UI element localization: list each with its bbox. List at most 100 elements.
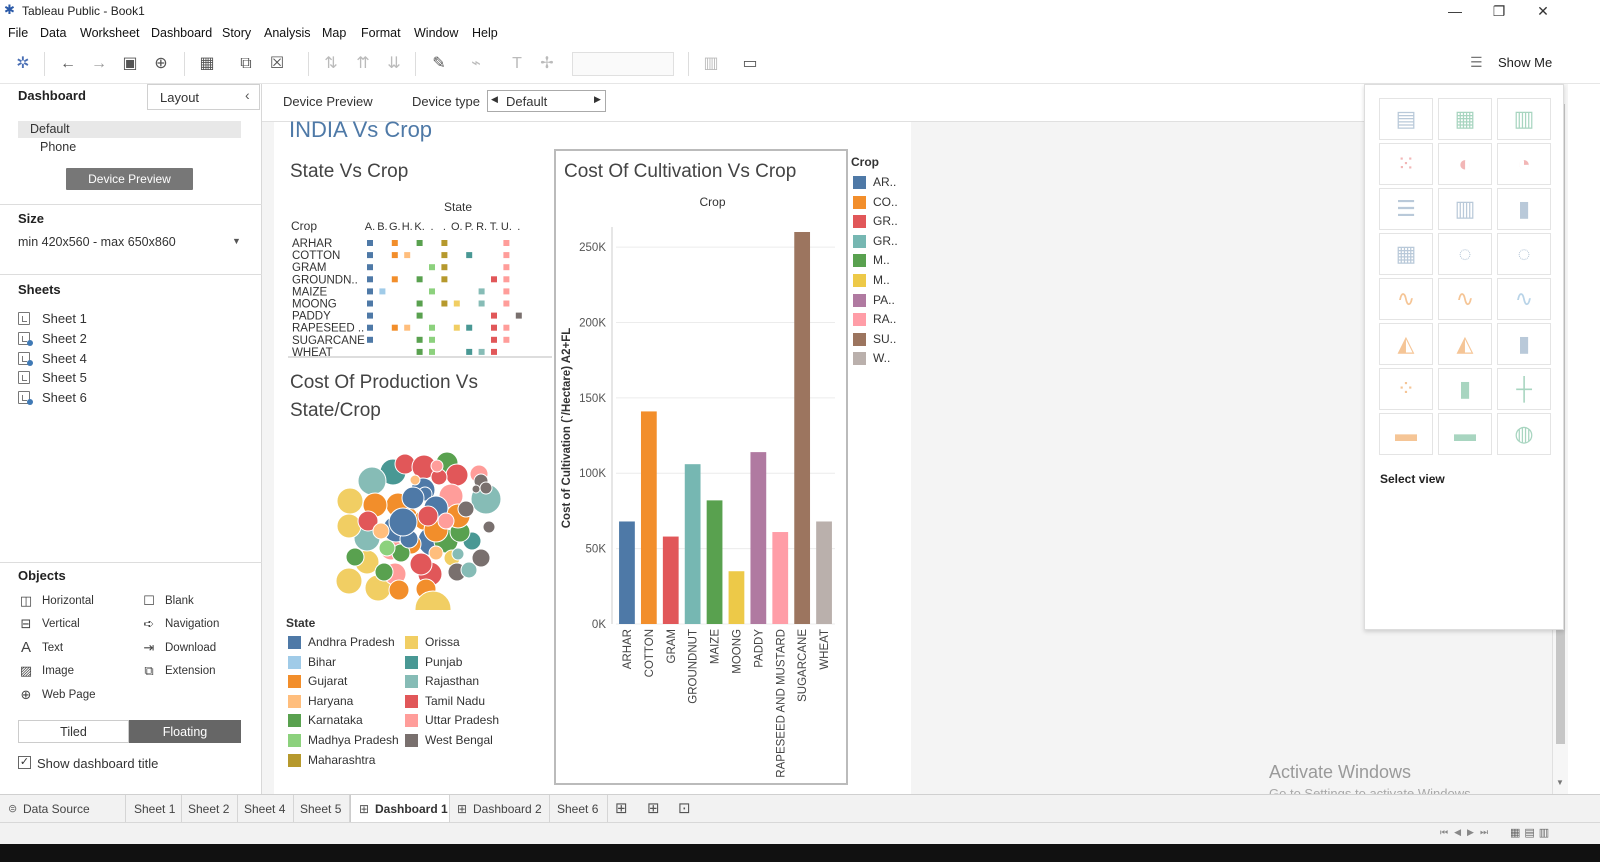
heatmap-cell[interactable] [416, 240, 423, 246]
state-legend-item[interactable]: Rajasthan [405, 673, 520, 689]
gantt-chart-icon[interactable]: ▬ [1379, 413, 1433, 455]
object-text[interactable]: A Text [18, 640, 128, 658]
cost-cultivation-chart[interactable]: Crop Cost of Cultivation (`/Hectare) A2+F… [556, 192, 846, 782]
menu-dashboard[interactable]: Dashboard [151, 26, 212, 40]
heatmap-cell[interactable] [391, 324, 398, 331]
state-legend-item[interactable]: Madhya Pradesh [288, 732, 403, 748]
heatmap-cell[interactable] [441, 264, 448, 271]
fit-dropdown[interactable] [572, 52, 674, 76]
menu-worksheet[interactable]: Worksheet [80, 26, 140, 40]
heatmap-cell[interactable] [466, 348, 473, 355]
bar-mark[interactable] [772, 532, 789, 624]
sheet-item[interactable]: Sheet 2 [18, 330, 218, 348]
bar-mark[interactable] [706, 500, 723, 624]
bubble-mark[interactable] [372, 522, 390, 540]
heatmap-cell[interactable] [441, 276, 448, 283]
symbol-map-icon[interactable]: ⁙ [1379, 143, 1433, 185]
new-dashboard-tab-icon[interactable]: ⊞ [647, 799, 660, 817]
heatmap-cell[interactable] [429, 336, 435, 343]
bar-mark[interactable] [684, 464, 701, 624]
labels-icon[interactable]: T [506, 53, 528, 75]
menu-file[interactable]: File [8, 26, 28, 40]
state-legend-item[interactable]: Gujarat [288, 673, 403, 689]
bubble-mark[interactable] [335, 567, 363, 595]
bubble-mark[interactable] [417, 505, 439, 527]
crop-legend-item[interactable]: M.. [853, 272, 909, 288]
bar-mark[interactable] [619, 521, 635, 624]
horizontal-bars-icon[interactable]: ☰ [1379, 188, 1433, 230]
tab-dashboard-1[interactable]: ⊞ Dashboard 1 [350, 795, 450, 822]
object-navigation[interactable]: ➪ Navigation [141, 616, 251, 634]
heatmap-cell[interactable] [391, 276, 398, 283]
state-legend-item[interactable]: Maharashtra [288, 752, 403, 768]
heatmap-cell[interactable] [491, 348, 497, 355]
tiled-toggle[interactable]: Tiled [18, 720, 129, 743]
object-horizontal[interactable]: ◫ Horizontal [18, 593, 128, 611]
restore-button[interactable]: ❐ [1476, 0, 1522, 22]
bullet-graph-icon[interactable]: ▬ [1438, 413, 1492, 455]
bubble-mark[interactable] [451, 547, 465, 561]
group-icon[interactable]: ⌁ [465, 53, 487, 75]
tab-sheet-2[interactable]: Sheet 2 [182, 795, 238, 822]
histogram-icon[interactable]: ▮ [1438, 368, 1492, 410]
filled-map-icon[interactable]: ◐ [1438, 143, 1492, 185]
pie-chart-icon[interactable]: ◔ [1497, 143, 1551, 185]
show-me-button[interactable]: ☰ Show Me [1470, 44, 1580, 82]
side-by-side-bars-icon[interactable]: ▮ [1497, 188, 1551, 230]
bubble-mark[interactable] [471, 484, 481, 494]
tab-dashboard[interactable]: Dashboard [18, 88, 86, 103]
heatmap-cell[interactable] [416, 300, 423, 307]
pin-icon[interactable]: ✢ [536, 53, 558, 75]
box-whisker-icon[interactable]: ┼ [1497, 368, 1551, 410]
menu-analysis[interactable]: Analysis [264, 26, 311, 40]
text-table-icon[interactable]: ▤ [1379, 98, 1433, 140]
heatmap-cell[interactable] [491, 336, 497, 343]
circle-views-icon[interactable]: ◌ [1438, 233, 1492, 275]
bar-mark[interactable] [816, 521, 832, 624]
bubble-mark[interactable] [388, 579, 410, 601]
object-web-page[interactable]: ⊕ Web Page [18, 687, 128, 705]
heatmap-cell[interactable] [429, 264, 435, 271]
treemap-icon[interactable]: ▦ [1379, 233, 1433, 275]
heatmap-cell[interactable] [416, 348, 423, 355]
clear-sheet-icon[interactable]: ☒ [266, 53, 288, 75]
device-phone-item[interactable]: Phone [40, 140, 76, 154]
bubble-mark[interactable] [378, 539, 396, 557]
sort-descending-icon[interactable]: ⇊ [383, 53, 405, 75]
heatmap-cell[interactable] [503, 324, 510, 331]
new-data-source-icon[interactable]: ⊕ [150, 53, 172, 75]
heatmap-cell[interactable] [391, 240, 398, 246]
heatmap-cell[interactable] [416, 276, 423, 283]
crop-legend-item[interactable]: AR.. [853, 174, 909, 190]
bubble-mark[interactable] [482, 520, 496, 534]
heatmap-cell[interactable] [416, 336, 423, 343]
bubble-mark[interactable] [437, 512, 455, 530]
bubble-mark[interactable] [428, 545, 444, 561]
bubble-mark[interactable] [409, 474, 421, 486]
heatmap-cell[interactable] [367, 240, 373, 246]
state-legend-item[interactable]: Karnataka [288, 712, 403, 728]
crop-legend-item[interactable]: W.. [853, 350, 909, 366]
bubble-mark[interactable] [336, 513, 362, 539]
heatmap-cell[interactable] [503, 336, 510, 343]
swap-icon[interactable]: ⇅ [320, 53, 342, 75]
heat-map-icon[interactable]: ▦ [1438, 98, 1492, 140]
crop-legend-item[interactable]: SU.. [853, 331, 909, 347]
menu-map[interactable]: Map [322, 26, 346, 40]
menu-story[interactable]: Story [222, 26, 251, 40]
state-legend-item[interactable]: Punjab [405, 654, 520, 670]
state-legend-item[interactable]: Haryana [288, 693, 403, 709]
presentation-mode-icon[interactable]: ▭ [739, 53, 761, 75]
tableau-start-icon[interactable]: ✲ [12, 53, 34, 75]
continuous-lines-icon[interactable]: ∿ [1379, 278, 1433, 320]
heatmap-cell[interactable] [441, 240, 448, 246]
tab-sheet-1[interactable]: Sheet 1 [126, 795, 182, 822]
minimize-button[interactable]: — [1432, 0, 1478, 22]
heatmap-cell[interactable] [429, 348, 435, 355]
heatmap-cell[interactable] [491, 276, 497, 283]
sheet-item[interactable]: Sheet 1 [18, 310, 218, 328]
dual-combination-icon[interactable]: ▮ [1497, 323, 1551, 365]
bar-mark[interactable] [640, 411, 657, 624]
bubble-mark[interactable] [409, 552, 433, 576]
crop-legend-item[interactable]: M.. [853, 252, 909, 268]
